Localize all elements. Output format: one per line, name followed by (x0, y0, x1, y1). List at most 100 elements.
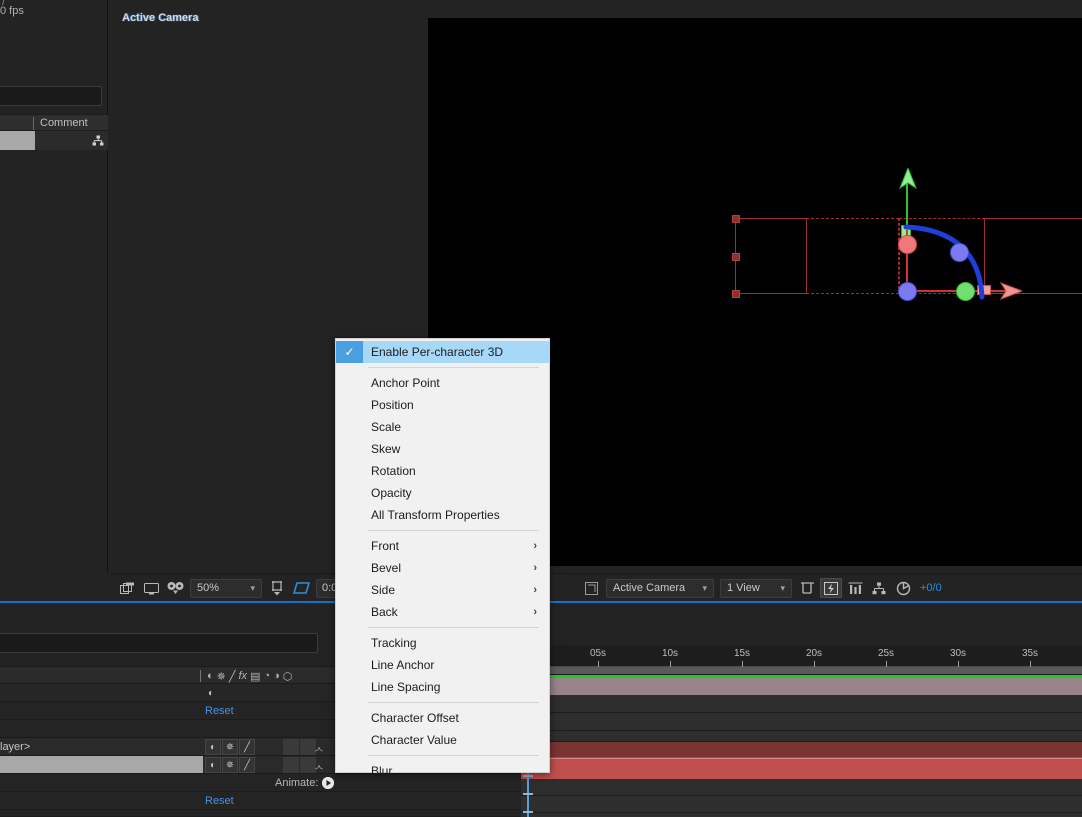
solo-switch-icon[interactable]: ✵ (222, 757, 238, 773)
animate-menu-button[interactable] (322, 777, 334, 789)
solo-switch-icon[interactable]: ✵ (217, 670, 226, 683)
blend-mode-cell[interactable] (283, 757, 299, 773)
column-divider (33, 117, 34, 130)
menu-item-label: Position (371, 398, 414, 412)
track-row[interactable] (521, 813, 1082, 817)
take-snapshot-icon[interactable] (116, 578, 138, 598)
playhead-tick (523, 793, 533, 795)
menu-item-blur[interactable]: Blur (336, 760, 549, 782)
menu-item-bevel[interactable]: Bevel › (336, 557, 549, 579)
project-fps-label: 0 fps (0, 5, 24, 17)
menu-item-enable-per-character-3d[interactable]: ✓ Enable Per-character 3D (336, 341, 549, 363)
bbox-handle[interactable] (732, 290, 740, 298)
timeline-icon[interactable] (844, 578, 866, 598)
menu-item-label: Front (371, 539, 400, 553)
audio-switch-icon[interactable]: ◐ (207, 670, 214, 682)
gizmo-x-rotation-dot[interactable] (898, 235, 917, 254)
timeline-ruler[interactable]: 05s 10s 15s 20s 25s 30s 35s (521, 645, 1082, 667)
menu-item-label: Line Anchor (371, 658, 435, 672)
view-layout-dropdown[interactable]: 1 View ▾ (720, 578, 792, 598)
comp-tab-label[interactable]: Active Camera (122, 12, 198, 24)
gizmo-y-arrow[interactable] (899, 168, 917, 190)
zoom-level-value: 50% (197, 582, 220, 594)
menu-item-position[interactable]: Position (336, 394, 549, 416)
track-row[interactable] (521, 731, 1082, 742)
lock-switch-icon[interactable]: ╱ (239, 757, 255, 773)
parent-link-icon[interactable]: ◞◟ (311, 757, 327, 773)
audio-switch-icon[interactable]: ◐ (205, 757, 221, 773)
chevron-right-icon: › (533, 606, 537, 618)
menu-item-line-anchor[interactable]: Line Anchor (336, 654, 549, 676)
comp-flowchart-icon[interactable] (868, 578, 890, 598)
motion-blur-icon[interactable]: ◔ (263, 670, 270, 682)
menu-separator (368, 530, 539, 531)
audio-switch-icon[interactable]: ◐ (203, 685, 219, 701)
view-layout-value: 1 View (727, 582, 760, 594)
track-row[interactable] (521, 779, 1082, 796)
bbox-handle[interactable] (732, 253, 740, 261)
bright-red-layer-bar[interactable] (521, 758, 1082, 779)
lock-switch-icon[interactable]: ╱ (229, 670, 236, 683)
menu-item-character-offset[interactable]: Character Offset (336, 707, 549, 729)
switch-divider (200, 670, 201, 682)
audio-switch-icon[interactable]: ◐ (205, 739, 221, 755)
menu-item-opacity[interactable]: Opacity (336, 482, 549, 504)
menu-item-side[interactable]: Side › (336, 579, 549, 601)
menu-item-skew[interactable]: Skew (336, 438, 549, 460)
track-row[interactable] (521, 713, 1082, 731)
gizmo-y-rotation-dot[interactable] (956, 282, 975, 301)
menu-item-tracking[interactable]: Tracking (336, 632, 549, 654)
frame-blend-icon[interactable]: ▤ (250, 670, 260, 683)
per-character-3d-context-menu[interactable]: ✓ Enable Per-character 3D Anchor Point P… (335, 338, 550, 778)
toggle-mask-icon[interactable] (580, 578, 602, 598)
menu-item-front[interactable]: Front › (336, 535, 549, 557)
reset-link[interactable]: Reset (205, 795, 234, 807)
menu-item-all-transform-properties[interactable]: All Transform Properties (336, 504, 549, 526)
menu-item-anchor-point[interactable]: Anchor Point (336, 372, 549, 394)
menu-item-scale[interactable]: Scale (336, 416, 549, 438)
project-search-input[interactable] (0, 86, 102, 106)
blend-mode-cell[interactable] (283, 739, 299, 755)
pixel-aspect-icon[interactable] (796, 578, 818, 598)
timeline-tracks[interactable] (521, 667, 1082, 817)
timeline-row-reset-2[interactable]: Reset (0, 792, 520, 810)
bbox-handle[interactable] (732, 215, 740, 223)
mauve-layer-bar[interactable] (521, 678, 1082, 695)
zoom-level-dropdown[interactable]: 50% ▾ (190, 578, 262, 598)
region-of-interest-icon[interactable] (290, 578, 312, 598)
show-snapshot-icon[interactable] (164, 578, 186, 598)
menu-item-back[interactable]: Back › (336, 601, 549, 623)
effects-switch-icon[interactable]: fx (239, 670, 248, 682)
fast-previews-icon[interactable] (820, 578, 842, 598)
timeline-search-input[interactable] (0, 633, 318, 653)
menu-item-line-spacing[interactable]: Line Spacing (336, 676, 549, 698)
reset-exposure-icon[interactable] (892, 578, 914, 598)
camera-view-dropdown[interactable]: Active Camera ▾ (606, 578, 714, 598)
reset-link[interactable]: Reset (205, 705, 234, 717)
track-row[interactable] (521, 667, 1082, 675)
grid-guides-icon[interactable] (266, 578, 288, 598)
ruler-tick-label: 05s (589, 648, 607, 659)
checkmark-icon: ✓ (336, 341, 363, 363)
menu-item-rotation[interactable]: Rotation (336, 460, 549, 482)
gizmo-arc-dot[interactable] (950, 243, 969, 262)
layer-name-label: layer> (0, 741, 31, 753)
menu-item-label: Blur (371, 764, 393, 778)
animate-label: Animate: (275, 777, 319, 789)
track-row[interactable] (521, 796, 1082, 813)
lock-switch-icon[interactable]: ╱ (239, 739, 255, 755)
parent-link-icon[interactable]: ◞◟ (311, 739, 327, 755)
gizmo-x-arrow[interactable] (1000, 282, 1022, 300)
menu-item-character-value[interactable]: Character Value (336, 729, 549, 751)
track-row[interactable] (521, 695, 1082, 713)
show-channel-icon[interactable] (140, 578, 162, 598)
hierarchy-icon[interactable] (92, 135, 104, 147)
ruler-tick-label: 10s (661, 648, 679, 659)
3d-layer-icon[interactable]: ⬡ (283, 670, 293, 683)
project-item-row[interactable] (0, 131, 108, 150)
dark-red-layer-bar[interactable] (521, 742, 1082, 758)
gizmo-z-rotation-dot[interactable] (898, 282, 917, 301)
adjustment-layer-icon[interactable]: ◑ (273, 670, 280, 682)
solo-switch-icon[interactable]: ✵ (222, 739, 238, 755)
ruler-tick-label: 35s (1021, 648, 1039, 659)
